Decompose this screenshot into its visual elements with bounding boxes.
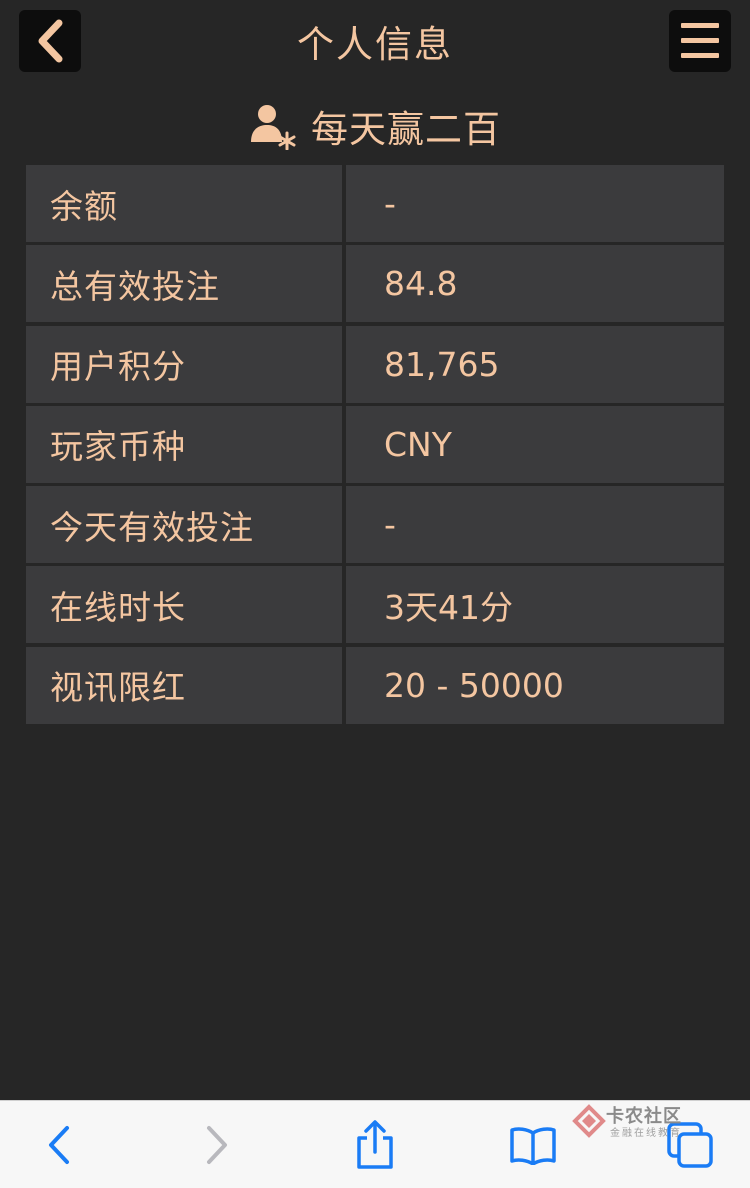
table-row: 玩家币种 CNY — [26, 405, 724, 486]
row-label: 今天有效投注 — [26, 486, 342, 564]
row-value: CNY — [346, 405, 724, 483]
watermark-subtitle: 金融在线教育 — [610, 1128, 682, 1139]
menu-button[interactable] — [669, 10, 731, 72]
info-table: 余额 - 总有效投注 84.8 用户积分 81,765 玩家币种 CNY 今天有… — [26, 165, 724, 727]
user-settings-icon — [251, 105, 296, 150]
row-label: 玩家币种 — [26, 405, 342, 483]
browser-forward-button[interactable] — [190, 1119, 242, 1171]
watermark: 卡农社区 金融在线教育 — [572, 1104, 692, 1139]
table-row: 在线时长 3天41分 — [26, 566, 724, 646]
table-row: 总有效投注 84.8 — [26, 245, 724, 325]
bookmarks-icon — [510, 1127, 556, 1165]
forward-icon — [207, 1126, 227, 1164]
row-label: 总有效投注 — [26, 245, 342, 323]
row-value: 84.8 — [346, 245, 724, 323]
row-label: 用户积分 — [26, 325, 342, 403]
share-button[interactable] — [349, 1119, 401, 1171]
username: 每天赢二百 — [311, 108, 501, 151]
table-row: 今天有效投注 - — [26, 486, 724, 566]
browser-toolbar: 卡农社区 金融在线教育 — [0, 1100, 750, 1188]
share-icon — [357, 1120, 393, 1169]
table-row: 余额 - — [26, 165, 724, 245]
page-title: 个人信息 — [297, 23, 453, 66]
table-row: 用户积分 81,765 — [26, 325, 724, 406]
header-bar: 个人信息 — [0, 0, 750, 84]
watermark-logo-icon — [572, 1104, 606, 1138]
row-value: - — [346, 165, 724, 242]
row-label: 视讯限红 — [26, 646, 342, 724]
row-label: 在线时长 — [26, 566, 342, 644]
row-value: 20 - 50000 — [346, 646, 724, 724]
row-value: 81,765 — [346, 325, 724, 403]
hamburger-menu-icon — [681, 23, 719, 58]
row-label: 余额 — [26, 165, 342, 242]
row-value: 3天41分 — [346, 566, 724, 644]
row-value: - — [346, 486, 724, 564]
table-row: 视讯限红 20 - 50000 — [26, 646, 724, 727]
browser-back-button[interactable] — [34, 1119, 86, 1171]
bookmarks-button[interactable] — [507, 1119, 559, 1171]
app-root: 个人信息 每天赢二百 余额 - 总有效投注 84.8 用户积分 81,765 玩… — [0, 0, 750, 1188]
user-row: 每天赢二百 — [0, 96, 750, 156]
back-icon — [49, 1126, 69, 1164]
